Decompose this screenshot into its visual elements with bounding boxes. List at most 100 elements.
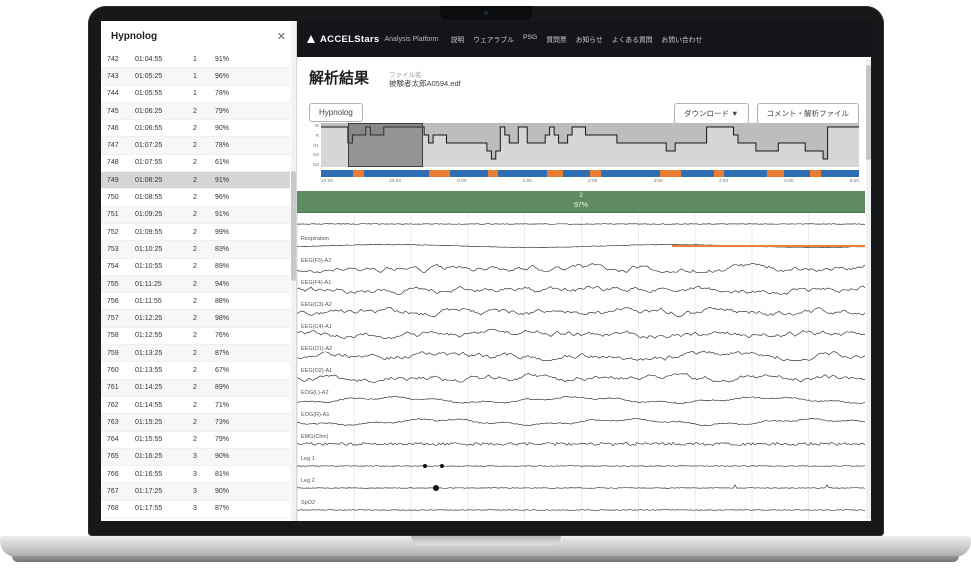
nav-item[interactable]: 説明 [451,34,465,44]
main-content: 解析結果 ファイル名 被験者太郎A0594.edf Hypnolog ダウンロー… [297,57,871,521]
channel-row[interactable]: Leg 2 [297,477,865,499]
channel-row[interactable]: EEG(C3)-A2 [297,301,865,323]
hypnolog-row[interactable]: 767 01:17:25 3 90% [101,483,290,501]
sidebar-scrollbar[interactable] [291,21,296,521]
hypnolog-row[interactable]: 756 01:11:55 2 88% [101,293,290,311]
hypnolog-row[interactable]: 750 01:08:55 2 96% [101,189,290,207]
stage-axis-label: N2 [313,152,319,158]
download-button[interactable]: ダウンロード ▼ [673,103,749,124]
hypnolog-cell: 2 [193,315,197,323]
hypnolog-cell: 3 [193,488,197,496]
nav-item[interactable]: 質問票 [546,34,566,44]
hypnolog-cell: 01:06:25 [135,107,163,115]
sidebar-scrollbar-thumb[interactable] [291,171,296,281]
hypnolog-row[interactable]: 751 01:09:25 2 91% [101,206,290,224]
laptop-base-groove [410,536,561,545]
hypnolog-cell: 01:12:55 [135,332,163,340]
hypnolog-row[interactable]: 743 01:05:25 1 96% [101,68,290,86]
hypnolog-row[interactable]: 764 01:15:55 2 79% [101,431,290,449]
channel-waveform [297,307,865,317]
hypnolog-cell: 743 [107,72,119,80]
overview-hypnogram[interactable] [321,123,859,167]
nav-item[interactable]: お知らせ [576,34,603,44]
respiration-event-line[interactable] [671,245,865,247]
hypnolog-row[interactable]: 754 01:10:55 2 89% [101,258,290,276]
hypnolog-cell: 761 [107,384,119,392]
hypnolog-row[interactable]: 763 01:15:25 2 73% [101,414,290,432]
hypnolog-row[interactable]: 766 01:16:55 3 81% [101,466,290,484]
hypnolog-cell: 763 [107,418,119,426]
nav-item[interactable]: PSG [523,34,537,44]
channel-row[interactable]: Respiration [297,235,865,257]
hypnolog-cell: 2 [193,436,197,444]
overview-selection-window[interactable] [347,123,424,167]
channel-row[interactable]: SpO2 [297,499,865,521]
hypnolog-cell: 01:15:55 [135,436,163,444]
hypnolog-row[interactable]: 742 01:04:55 1 91% [101,51,290,69]
hypnolog-cell: 764 [107,436,119,444]
hypnolog-row[interactable]: 753 01:10:25 2 83% [101,241,290,259]
logo-text[interactable]: ACCELStars [320,34,380,45]
hypnolog-cell: 01:11:55 [135,297,162,305]
hypnolog-row[interactable]: 757 01:12:25 2 98% [101,310,290,328]
channel-row[interactable]: EOG(R)-A1 [297,411,865,433]
main-scrollbar[interactable] [866,59,871,519]
hypnolog-row[interactable]: 746 01:06:55 2 90% [101,120,290,138]
comment-file-button[interactable]: コメント・解析ファイル [756,103,859,124]
channel-row[interactable]: EEG(F3)-A2 [297,257,865,279]
stage-strip[interactable] [321,170,859,177]
hypnolog-cell: 2 [193,366,197,374]
channel-row[interactable]: EEG(O1)-A2 [297,345,865,367]
hypnolog-cell: 01:07:55 [135,159,163,167]
stage-axis-label: N1 [313,142,319,148]
nav-item[interactable]: お問い合わせ [662,34,703,44]
channel-waveform [297,351,865,361]
channel-row[interactable] [297,213,865,235]
hypnolog-row[interactable]: 768 01:17:55 3 87% [101,500,290,519]
channel-row[interactable]: Leg 1 [297,455,865,477]
nav-item[interactable]: よくある質問 [612,34,653,44]
hypnolog-row[interactable]: 761 01:14:25 2 89% [101,379,290,397]
nav-item[interactable]: ウェアラブル [473,34,514,44]
signal-area[interactable]: Respiration EEG(F3)-A2 EEG(F4)-A1 EEG(C3)-A… [297,213,865,521]
channel-label: EEG(F3)-A2 [300,258,333,264]
hypnolog-row[interactable]: 765 01:16:25 3 90% [101,448,290,467]
hypnolog-cell: 81% [215,470,230,478]
time-axis-label: 2:00 [587,179,598,184]
hypnolog-row[interactable]: 762 01:14:55 2 71% [101,396,290,415]
hypnolog-row[interactable]: 749 01:08:25 2 91% [101,172,290,190]
main-scrollbar-thumb[interactable] [866,65,871,160]
screen: Hypnolog ✕ 742 01:04:55 1 91% 743 01:05:25 1 96… [101,21,871,521]
hypnolog-row[interactable]: 747 01:07:25 2 78% [101,137,290,155]
hypnolog-row[interactable]: 748 01:07:55 2 61% [101,154,290,173]
channel-waveform [297,465,865,467]
hypnolog-row[interactable]: 745 01:06:25 2 79% [101,102,290,121]
event-marker-dot[interactable] [439,464,444,468]
channel-row[interactable]: EMG(Chin) [297,433,865,455]
channel-row[interactable]: EEG(O2)-A1 [297,367,865,389]
hypnolog-row[interactable]: 758 01:12:55 2 76% [101,327,290,346]
hypnolog-cell: 87% [215,349,230,357]
hypnolog-row[interactable]: 755 01:11:25 2 94% [101,275,290,294]
hypnolog-cell: 748 [107,159,119,167]
channel-label: EEG(C3)-A2 [300,302,333,308]
stage-strip-segment [600,170,660,177]
hypnolog-cell: 91% [215,55,230,63]
hypnolog-row[interactable]: 759 01:13:25 2 87% [101,345,290,363]
hypnolog-cell: 2 [193,245,197,253]
hypnolog-cell: 3 [193,470,197,478]
hypnolog-cell: 01:17:25 [135,488,163,496]
close-icon[interactable]: ✕ [277,30,286,43]
hypnolog-row[interactable]: 752 01:09:55 2 99% [101,223,290,242]
hypnolog-cell: 1 [193,90,197,98]
event-marker-dot[interactable] [422,464,427,468]
channel-row[interactable]: EEG(C4)-A1 [297,323,865,345]
hypnolog-row[interactable]: 760 01:13:55 2 67% [101,362,290,380]
channel-waveform [297,441,865,447]
channel-label: EEG(O2)-A1 [300,368,334,374]
stage-strip-segment [353,170,365,177]
channel-row[interactable]: EOG(L)-A2 [297,389,865,411]
channel-row[interactable]: EEG(F4)-A1 [297,279,865,301]
hypnolog-button[interactable]: Hypnolog [309,103,363,122]
hypnolog-row[interactable]: 744 01:05:55 1 78% [101,85,290,103]
